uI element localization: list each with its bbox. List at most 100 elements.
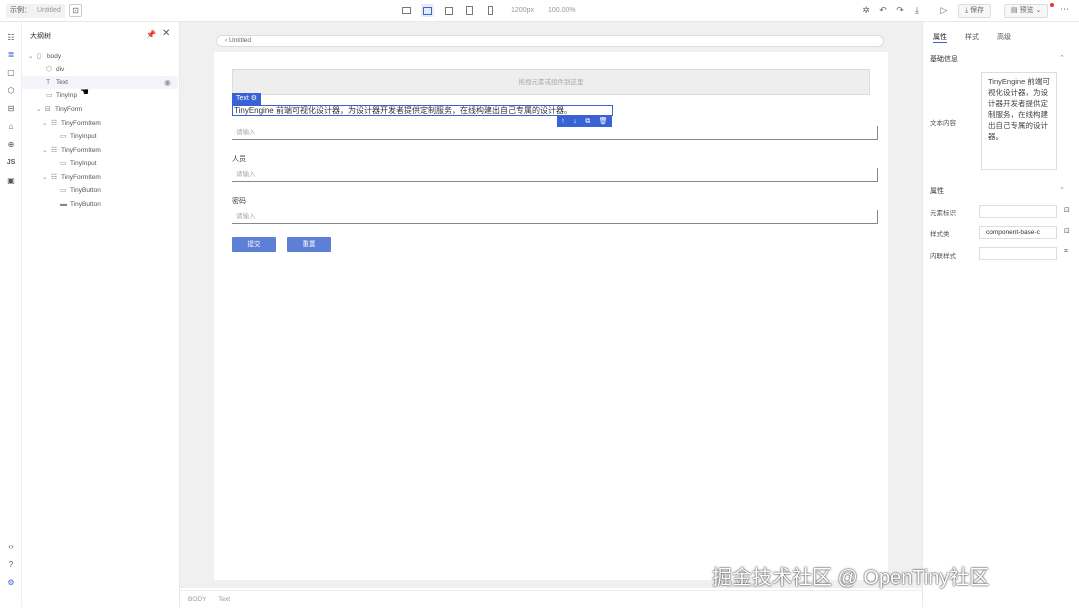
tree-node-selected[interactable]: T Text (22, 76, 178, 89)
status-crumb-text[interactable]: Text (218, 596, 230, 603)
chevron-up-icon[interactable]: ⌃ (1059, 54, 1065, 62)
tree-node-label: TinyInput (70, 160, 97, 167)
bind-variable-icon[interactable]: ⊡ (1064, 206, 1070, 214)
project-name: Untitled (37, 7, 61, 14)
project-selector[interactable]: 示例： Untitled (6, 4, 65, 18)
tree-node[interactable]: ⌄ ☷ TinyFormItem (42, 117, 101, 130)
page-icon: ▯ (37, 53, 41, 60)
datasource-icon[interactable]: ▣ (5, 175, 17, 187)
download-icon[interactable]: ⤓ (911, 4, 923, 17)
chevron-down-icon[interactable]: ⌄ (42, 144, 51, 157)
form-item-icon: ☷ (51, 174, 58, 181)
material-icon[interactable]: ⌂ (5, 121, 17, 133)
tree-node[interactable]: ⌄ ☷ TinyFormItem (42, 144, 101, 157)
text-icon: T (46, 79, 51, 86)
tree-node[interactable]: ⬡ div (46, 63, 64, 76)
tree-node-label: TinyInp (56, 92, 78, 99)
tree-node[interactable]: ⌄ ☷ TinyFormItem (42, 171, 101, 184)
chevron-down-icon[interactable]: ⌄ (28, 50, 37, 63)
attr-id-label: 元素标识 (930, 210, 956, 217)
globe-icon[interactable]: ⊕ (5, 139, 17, 151)
code-icon[interactable]: ⌗ (1064, 248, 1068, 256)
drop-zone[interactable]: 拖拽元素或组件到这里 (232, 69, 870, 95)
box-icon: ⬡ (46, 66, 53, 73)
close-icon[interactable]: ✕ (162, 28, 170, 39)
lock-icon[interactable]: ⊡ (69, 4, 82, 17)
chevron-down-icon[interactable]: ⌄ (42, 171, 51, 184)
save-button[interactable]: ⤓ 保存 (958, 4, 992, 18)
text-content-input[interactable]: TinyEngine 前端可视化设计器，为设计器开发者提供定制服务，在线构建出自… (981, 72, 1057, 170)
tab-advanced[interactable]: 高级 (997, 32, 1011, 43)
attr-style-input[interactable] (979, 247, 1057, 260)
top-toolbar: 示例： Untitled ⊡ 1200px 100.00% ✲ ↶ ↷ ⤓ ▷ ⤓… (0, 0, 1079, 22)
chevron-down-icon[interactable]: ⌄ (36, 103, 45, 116)
bug-icon[interactable]: ✲ (860, 4, 872, 17)
mobile-icon[interactable] (484, 4, 497, 17)
settings-icon[interactable]: ⚙ (5, 577, 17, 589)
bind-variable-icon[interactable]: ⊡ (1064, 227, 1070, 235)
attr-class-input[interactable]: component-base-c (979, 226, 1057, 239)
tree-node-label: body (47, 53, 62, 60)
tree-node[interactable]: ▭ TinyInp (46, 89, 77, 102)
preview-play-icon[interactable]: ▷ (938, 4, 950, 17)
code-icon[interactable]: ‹› (5, 541, 17, 553)
tab-props[interactable]: 属性 (933, 32, 947, 43)
chevron-up-icon[interactable]: ⌃ (1059, 186, 1065, 194)
selected-component-tag[interactable]: Text ⚙ (232, 93, 262, 105)
tree-node-label: div (56, 66, 65, 73)
tablet-icon[interactable] (463, 4, 476, 17)
pin-icon[interactable]: 📌 (146, 30, 156, 39)
page-icon[interactable]: ▢ (5, 67, 17, 79)
tree-node[interactable]: ⌄ ⊟ TinyForm (36, 103, 82, 116)
canvas-breadcrumb[interactable]: ‹ Untitled (216, 35, 884, 47)
button-icon: ▬ (60, 201, 67, 208)
tree-node-label: TinyButton (70, 187, 101, 194)
property-tabs: 属性 样式 高级 (933, 32, 1011, 43)
panel-title: 大纲树 (30, 33, 51, 40)
reset-button[interactable]: 重置 (287, 237, 331, 252)
text-content-label: 文本内容 (930, 120, 956, 127)
input-icon: ▭ (60, 133, 67, 140)
submit-button[interactable]: 提交 (232, 237, 276, 252)
chevron-down-icon[interactable]: ⌄ (42, 117, 51, 130)
js-icon[interactable]: JS (5, 157, 17, 169)
project-label: 示例： (10, 7, 31, 14)
tree-node[interactable]: ▭ TinyButton (60, 184, 101, 197)
zoom-readout[interactable]: 100.00% (548, 7, 576, 14)
form-label-3: 密码 (232, 198, 246, 205)
tree-icon[interactable]: ☷ (5, 32, 17, 44)
outline-icon[interactable]: ≣ (5, 49, 17, 61)
tree-node-label: Text (56, 79, 68, 86)
form-input-1[interactable]: 请输入 (232, 126, 878, 140)
attr-id-input[interactable] (979, 205, 1057, 218)
publish-label: 预览 (1019, 7, 1034, 14)
notification-dot (1050, 3, 1054, 7)
publish-button[interactable]: ▤ 预览 ⌄ (1004, 4, 1049, 18)
tab-style[interactable]: 样式 (965, 32, 979, 43)
undo-icon[interactable]: ↶ (877, 4, 889, 17)
eye-icon[interactable]: ◉ (164, 78, 171, 87)
status-crumb-body[interactable]: BODY (188, 596, 206, 603)
component-icon[interactable]: ⬡ (5, 85, 17, 97)
more-icon[interactable]: ⋯ (1060, 4, 1069, 15)
tree-node[interactable]: ▬ TinyButton (60, 198, 101, 211)
laptop-icon[interactable] (421, 4, 434, 17)
form-input-2[interactable]: 请输入 (232, 168, 878, 182)
tree-node[interactable]: ▭ TinyInput (60, 130, 97, 143)
tree-node-label: TinyFormItem (61, 120, 101, 127)
tree-node[interactable]: ⌄ ▯ body (28, 50, 61, 63)
property-panel: 属性 样式 高级 基础信息 ⌃ 文本内容 TinyEngine 前端可视化设计器… (922, 22, 1079, 607)
outline-panel: 大纲树 📌 ✕ ⌄ ▯ body ⬡ div T Text ▭ TinyInp ⌄ ⊟ Tin… (22, 22, 180, 607)
attr-class-label: 样式类 (930, 231, 950, 238)
tree-node-label: TinyButton (70, 201, 101, 208)
block-icon[interactable]: ⊟ (5, 103, 17, 115)
form-icon: ⊟ (45, 106, 51, 113)
form-input-3[interactable]: 请输入 (232, 210, 878, 224)
help-icon[interactable]: ? (5, 559, 17, 571)
selected-text-element[interactable]: TinyEngine 前端可视化设计器，为设计器开发者提供定制服务，在线构建出自… (232, 105, 613, 116)
redo-icon[interactable]: ↷ (894, 4, 906, 17)
tablet-landscape-icon[interactable] (442, 4, 455, 17)
desktop-icon[interactable] (400, 4, 413, 17)
width-readout[interactable]: 1200px (511, 7, 534, 14)
tree-node[interactable]: ▭ TinyInput (60, 157, 97, 170)
